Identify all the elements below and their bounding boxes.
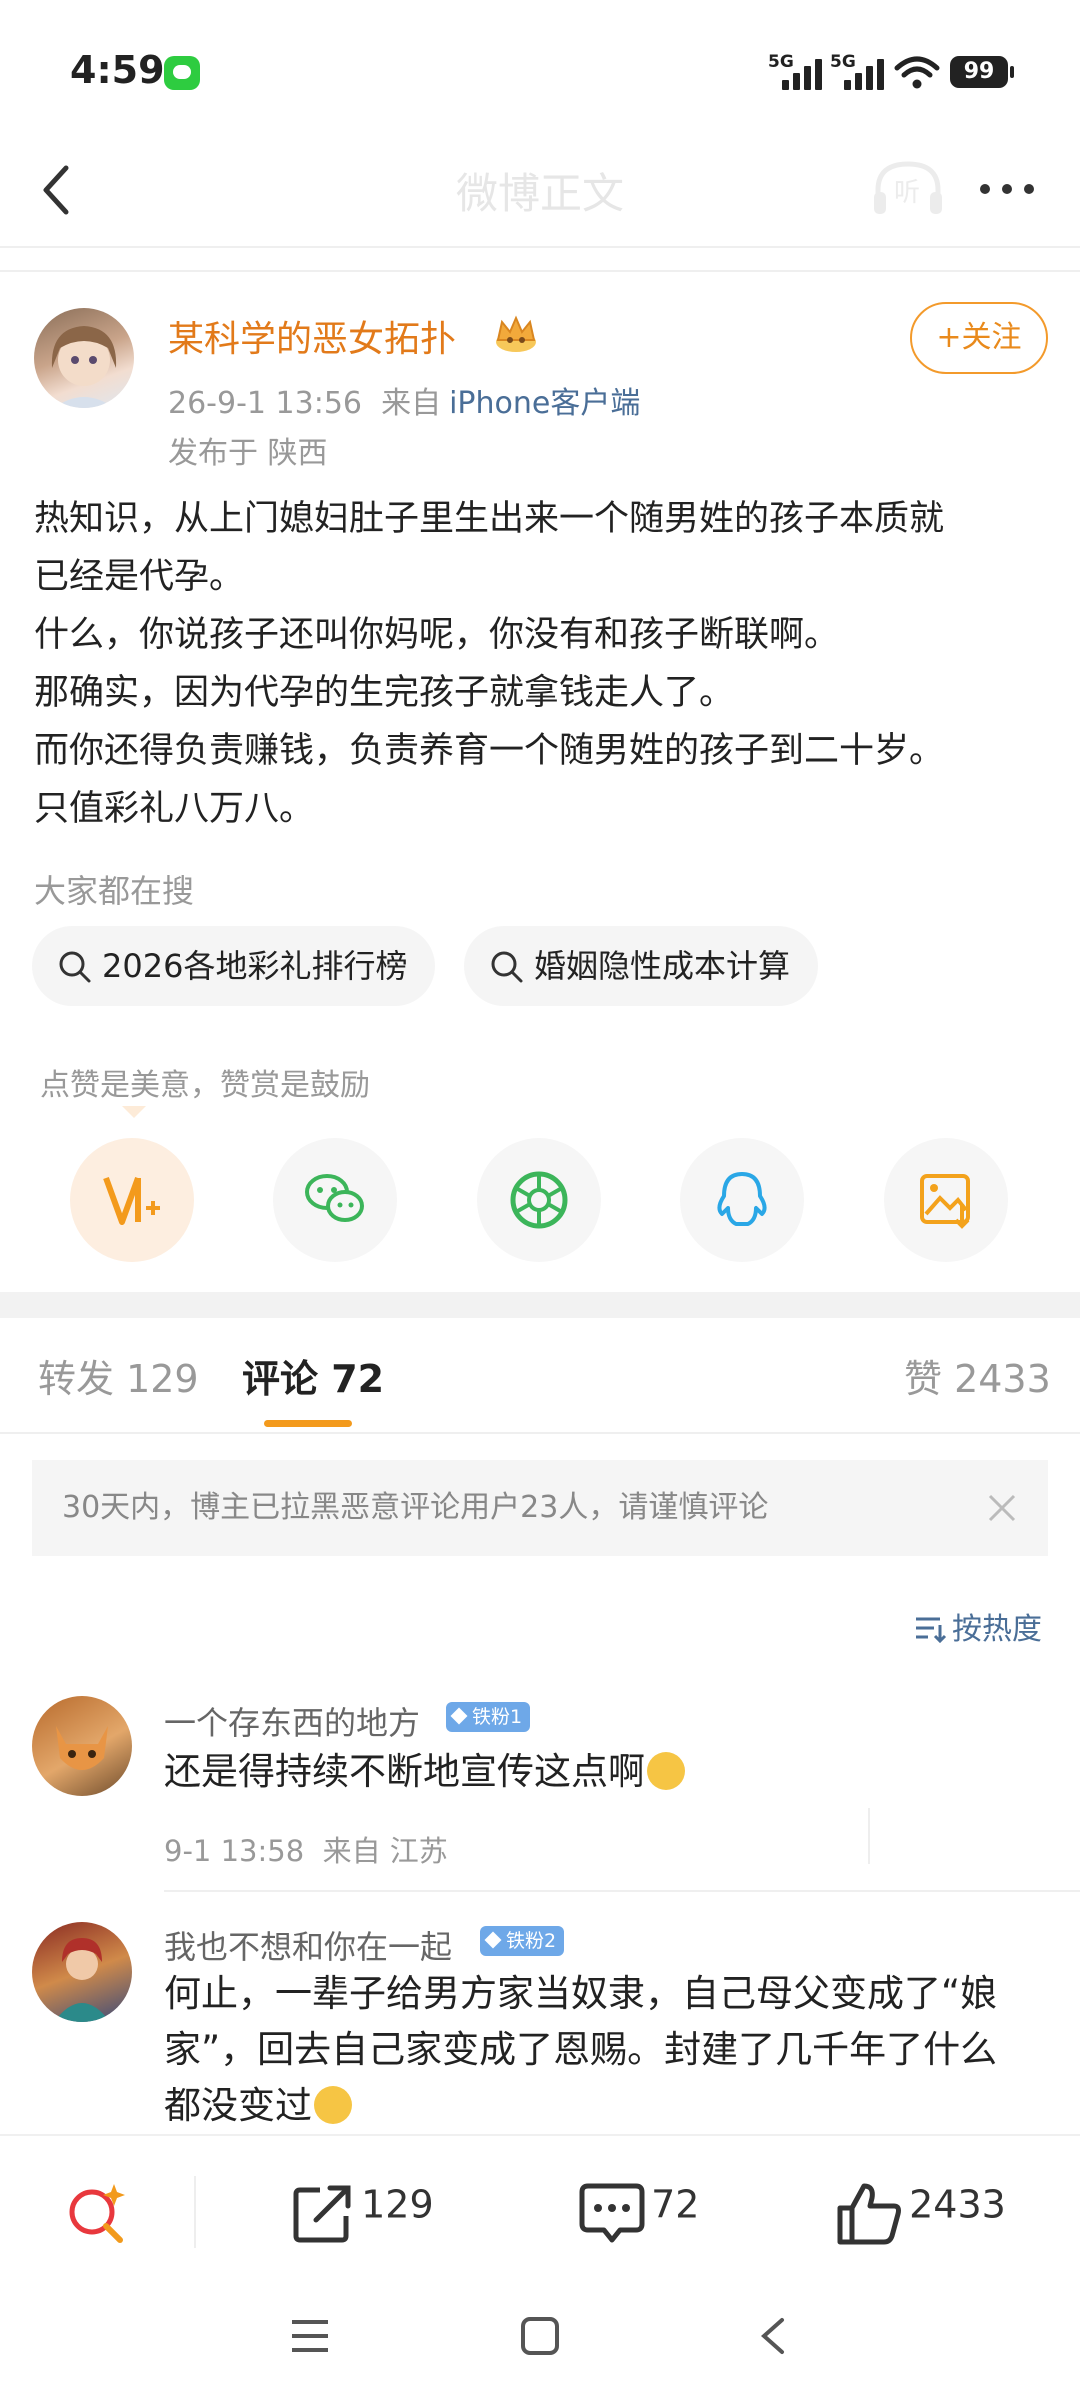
wechat-icon [305, 1174, 364, 1222]
repost-button[interactable]: 129 [290, 2180, 434, 2246]
search-spark-icon[interactable] [64, 2180, 134, 2246]
comment-line: 何止，一辈子给男方家当奴隶，自己母父变成了“娘 [164, 1972, 998, 2015]
like-button[interactable]: 2433 [836, 2180, 1006, 2246]
search-pill-1[interactable]: 2026各地彩礼排行榜 [32, 926, 436, 1006]
search-pill-label: 2026各地彩礼排行榜 [102, 947, 408, 985]
post-line: 而你还得负责赚钱，负责养育一个随男姓的孩子到二十岁。 [34, 731, 945, 771]
comment-avatar[interactable] [32, 1922, 132, 2022]
tab-divider [0, 1432, 1080, 1434]
menu-icon[interactable] [290, 2316, 330, 2356]
wifi-icon [894, 56, 940, 89]
vip-crown-icon [496, 315, 536, 352]
active-tab-indicator [264, 1420, 352, 1427]
post-line: 只值彩礼八万八。 [34, 789, 315, 829]
sort-label: 按热度 [952, 1612, 1042, 1647]
share-wechat-button[interactable] [273, 1138, 397, 1262]
tab-like[interactable]: 赞 2433 [904, 1348, 1051, 1403]
post-location: 发布于 陕西 [168, 436, 328, 471]
repost-count: 129 [361, 2182, 434, 2227]
home-icon[interactable] [520, 2316, 560, 2356]
section-separator [0, 1292, 1080, 1318]
like-count: 2433 [909, 2182, 1006, 2227]
tip-pointer [122, 1106, 146, 1118]
author-avatar[interactable] [34, 308, 134, 408]
search-pill-label: 婚姻隐性成本计算 [534, 947, 791, 985]
comment-text-content: 还是得持续不断地宣传这点啊 [164, 1750, 645, 1793]
post-meta: 26-9-1 13:56 来自 iPhone客户端 [168, 378, 640, 422]
comment-text: 何止，一辈子给男方家当奴隶，自己母父变成了“娘 家”，回去自己家变成了恩赐。封建… [164, 1966, 1064, 2134]
reward-v-icon [103, 1176, 160, 1225]
bar-divider [194, 2176, 196, 2248]
post-date: 26-9-1 13:56 [168, 386, 362, 421]
share-moments-button[interactable] [477, 1138, 601, 1262]
nav-divider [0, 246, 1080, 248]
comment-icon [579, 2183, 645, 2243]
thumbs-up-icon [837, 2183, 901, 2245]
clock: 4:59 [70, 48, 165, 92]
post-body: 热知识，从上门媳妇肚子里生出来一个随男姓的孩子本质就 已经是代孕。 什么，你说孩… [34, 490, 1054, 838]
search-heading: 大家都在搜 [34, 872, 195, 910]
comment-count: 72 [651, 2182, 700, 2227]
moderation-notice: 30天内，博主已拉黑恶意评论用户23人，请谨慎评论 [32, 1460, 1048, 1556]
source-prefix: 来自 [381, 386, 442, 421]
share-qq-button[interactable] [680, 1138, 804, 1262]
reward-tip: 点赞是美意，赞赏是鼓励 [40, 1068, 370, 1103]
moments-icon [510, 1171, 568, 1229]
comment-divider [164, 1890, 1080, 1892]
fan-badge: 铁粉2 [480, 1926, 565, 1956]
sort-button[interactable]: 按热度 [914, 1604, 1042, 1648]
emoji-icon [647, 1752, 685, 1790]
system-navigation-bar [0, 2284, 1080, 2402]
more-options-icon[interactable] [976, 172, 1040, 206]
listen-label: 听 [894, 178, 921, 208]
comment-line: 家”，回去自己家变成了恩赐。封建了几千年了什么 [164, 2028, 998, 2071]
listen-headphone-icon[interactable]: 听 [870, 158, 946, 218]
post-line: 什么，你说孩子还叫你妈呢，你没有和孩子断联啊。 [34, 615, 840, 655]
fan-badge: 铁粉1 [446, 1702, 531, 1732]
comment-username[interactable]: 一个存东西的地方 [164, 1698, 420, 1744]
signal-bars-2-icon [844, 58, 890, 90]
tab-comment[interactable]: 评论 72 [242, 1348, 384, 1403]
repost-icon [293, 2185, 351, 2243]
save-image-icon [920, 1174, 970, 1229]
status-bar: 4:59 5G 5G 99 [0, 0, 1080, 140]
comment-line: 都没变过 [164, 2084, 312, 2127]
sort-icon [916, 1617, 947, 1644]
comment-avatar[interactable] [32, 1696, 132, 1796]
post-source-link[interactable]: iPhone客户端 [449, 386, 640, 421]
post-line: 已经是代孕。 [34, 557, 245, 597]
search-icon [59, 951, 91, 983]
post-line: 热知识，从上门媳妇肚子里生出来一个随男姓的孩子本质就 [34, 499, 945, 539]
qq-icon [717, 1172, 767, 1226]
reward-button[interactable] [70, 1138, 194, 1262]
save-image-button[interactable] [884, 1138, 1008, 1262]
author-name[interactable]: 某科学的恶女拓扑 [168, 310, 456, 362]
follow-button[interactable]: +关注 [910, 302, 1048, 374]
comment-text: 还是得持续不断地宣传这点啊 [164, 1744, 685, 1800]
comment-action-divider [868, 1808, 870, 1864]
post-line: 那确实，因为代孕的生完孩子就拿钱走人了。 [34, 673, 735, 713]
comment-button[interactable]: 72 [578, 2180, 699, 2246]
search-icon [491, 951, 523, 983]
bottom-action-bar: 129 72 2433 [0, 2134, 1080, 2284]
close-icon[interactable] [986, 1492, 1018, 1524]
tab-repost[interactable]: 转发 129 [38, 1348, 199, 1403]
signal-bars-1-icon [782, 58, 828, 90]
comment-meta: 9-1 13:58 来自 江苏 [164, 1834, 448, 1868]
header-divider [0, 270, 1080, 272]
message-notification-icon [164, 56, 200, 90]
search-pill-2[interactable]: 婚姻隐性成本计算 [464, 926, 819, 1006]
battery-indicator: 99 [950, 56, 1014, 88]
system-back-icon[interactable] [754, 2316, 794, 2356]
comment-username[interactable]: 我也不想和你在一起 [164, 1922, 452, 1968]
emoji-icon [314, 2086, 352, 2124]
